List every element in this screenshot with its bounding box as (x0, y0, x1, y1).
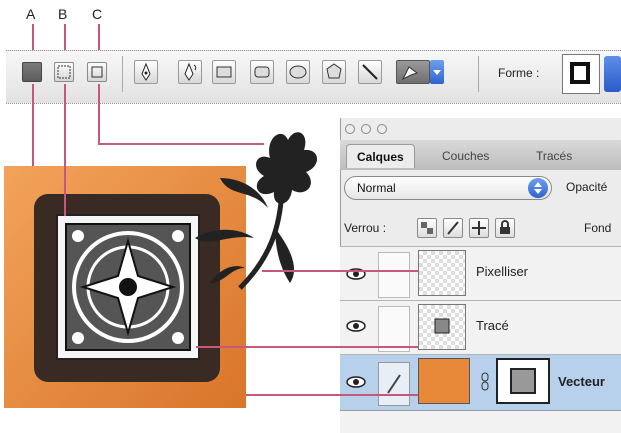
line-tool-button[interactable] (358, 60, 382, 84)
shape-layers-mode-button[interactable] (22, 62, 42, 82)
chain-link-icon (480, 372, 490, 397)
polygon-tool-button[interactable] (322, 60, 346, 84)
eye-icon (346, 376, 366, 388)
visibility-toggle-3[interactable] (340, 368, 372, 396)
lock-position-button[interactable] (469, 218, 489, 238)
rectangle-tool-button[interactable] (212, 60, 236, 84)
callout-a-label: A (26, 6, 36, 22)
flower-silhouette-icon (195, 132, 318, 290)
pen-icon (141, 62, 151, 81)
path-icon (57, 65, 71, 79)
line-icon (362, 64, 378, 80)
layer-name-trace[interactable]: Tracé (476, 318, 509, 333)
opacity-label: Opacité (566, 180, 608, 194)
ellipse-icon (289, 65, 307, 79)
brush-icon (447, 221, 459, 235)
callout-c-label: C (92, 6, 103, 22)
callout-b-label: B (58, 6, 68, 22)
up-down-arrows-icon (534, 182, 542, 194)
blend-mode-select[interactable]: Normal (344, 176, 552, 200)
lock-icon (500, 220, 510, 234)
polygon-icon (326, 63, 342, 79)
ornament-small-icon (434, 318, 450, 334)
shape-picker-swatch[interactable] (562, 54, 600, 94)
tab-calques[interactable]: Calques (346, 144, 415, 168)
lock-all-button[interactable] (495, 218, 515, 238)
tab-couches[interactable]: Couches (432, 144, 499, 168)
blend-mode-stepper[interactable] (528, 178, 548, 198)
rounded-rectangle-tool-button[interactable] (250, 60, 274, 84)
layer-name-vecteur[interactable]: Vecteur (558, 374, 605, 389)
callout-c-line (98, 84, 100, 144)
layer-row-next (340, 410, 621, 433)
layer-thumbnail-trace (418, 304, 466, 350)
eye-icon (346, 268, 366, 280)
layer-thumbnail-pixelliser (418, 250, 466, 296)
callout-line-vecteur (246, 394, 418, 396)
freeform-pen-tool-button[interactable] (178, 60, 202, 84)
callout-c-line-h (98, 143, 264, 145)
lock-label: Verrou : (344, 221, 387, 235)
paths-mode-button[interactable] (54, 62, 74, 82)
toolbar-divider (122, 56, 123, 92)
custom-shape-icon (401, 66, 419, 81)
move-icon (472, 221, 486, 235)
callout-b-line (64, 84, 66, 216)
layer-fill-thumbnail (418, 358, 470, 404)
layer-name-pixelliser[interactable]: Pixelliser (476, 264, 528, 279)
visibility-toggle-1[interactable] (340, 260, 372, 288)
vector-mask-thumbnail (496, 358, 550, 404)
window-controls (344, 122, 404, 141)
layer-brush-cell[interactable] (378, 362, 410, 406)
window-buttons-icon (345, 124, 387, 134)
fill-pixels-mode-button[interactable] (87, 62, 107, 82)
pen-tool-button[interactable] (134, 60, 158, 84)
fill-label: Fond (584, 221, 612, 235)
callout-line-trace (196, 346, 418, 348)
custom-shape-tool-button[interactable] (396, 60, 430, 84)
ellipse-tool-button[interactable] (286, 60, 310, 84)
brush-icon (387, 374, 401, 394)
rectangle-icon (216, 66, 232, 78)
layer-link-cell-1[interactable] (378, 252, 410, 298)
lock-transparent-button[interactable] (417, 218, 437, 238)
shape-label: Forme : (498, 66, 540, 80)
checker-icon (421, 222, 433, 234)
freeform-pen-icon (184, 62, 197, 81)
square-shape-icon (510, 368, 536, 394)
eye-icon (346, 320, 366, 332)
pixels-icon (91, 66, 103, 78)
callout-line-pixelliser (262, 270, 418, 272)
shape-picker-dropdown[interactable] (604, 56, 621, 92)
lock-image-button[interactable] (443, 218, 463, 238)
chevron-down-icon (433, 70, 441, 75)
callout-a-line (32, 84, 34, 166)
rounded-rectangle-icon (254, 66, 270, 78)
visibility-toggle-2[interactable] (340, 312, 372, 340)
toolbar-divider-2 (478, 56, 479, 92)
tab-traces[interactable]: Tracés (526, 144, 582, 168)
custom-shape-dropdown-button[interactable] (430, 60, 444, 84)
